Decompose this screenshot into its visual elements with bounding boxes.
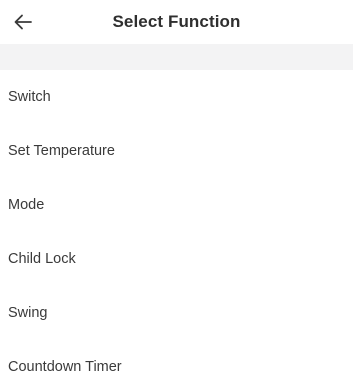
back-button[interactable] bbox=[8, 7, 38, 37]
function-item-swing[interactable]: Swing bbox=[0, 286, 353, 340]
function-item-label: Swing bbox=[8, 305, 48, 321]
function-item-label: Switch bbox=[8, 89, 51, 105]
function-list: Switch Set Temperature Mode Child Lock S… bbox=[0, 70, 353, 387]
function-item-set-temperature[interactable]: Set Temperature bbox=[0, 124, 353, 178]
top-bar: Select Function bbox=[0, 0, 353, 44]
page-title: Select Function bbox=[112, 12, 241, 31]
arrow-left-icon bbox=[14, 14, 32, 30]
section-separator bbox=[0, 44, 353, 70]
function-item-mode[interactable]: Mode bbox=[0, 178, 353, 232]
function-item-label: Countdown Timer bbox=[8, 359, 122, 375]
function-item-countdown-timer[interactable]: Countdown Timer bbox=[0, 340, 353, 387]
function-item-child-lock[interactable]: Child Lock bbox=[0, 232, 353, 286]
select-function-screen: Select Function Switch Set Temperature M… bbox=[0, 0, 353, 387]
function-item-label: Set Temperature bbox=[8, 143, 115, 159]
function-item-label: Mode bbox=[8, 197, 45, 213]
function-item-switch[interactable]: Switch bbox=[0, 70, 353, 124]
function-item-label: Child Lock bbox=[8, 251, 76, 267]
